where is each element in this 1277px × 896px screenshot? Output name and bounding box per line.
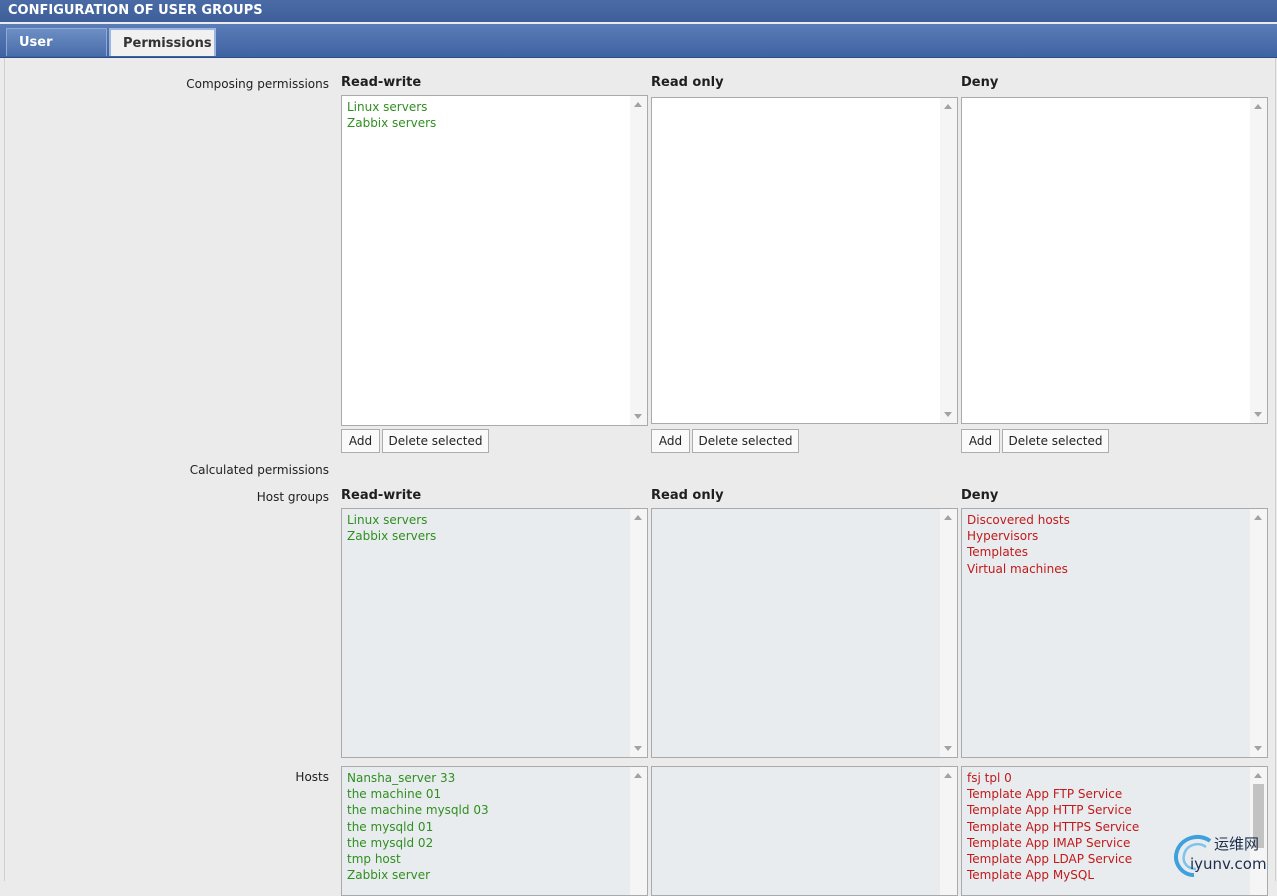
composing-read-write-list[interactable]: Linux servers Zabbix servers [341, 95, 648, 426]
list-item[interactable]: the mysqld 01 [347, 819, 629, 835]
tab-permissions[interactable]: Permissions [109, 28, 216, 56]
list-item[interactable]: Hypervisors [967, 528, 1249, 544]
watermark-line1: 运维网 [1214, 835, 1260, 853]
items: Nansha_server 33 the machine 01 the machin… [347, 770, 629, 883]
scroll-up-icon[interactable] [634, 515, 642, 520]
host-groups-read-write-list[interactable]: Linux servers Zabbix servers [341, 508, 648, 758]
scroll-up-icon[interactable] [944, 773, 952, 778]
host-groups-read-write-heading: Read-write [341, 488, 422, 503]
delete-read-only-button[interactable]: Delete selected [692, 429, 799, 453]
composing-read-only-heading: Read only [651, 75, 724, 90]
list-item[interactable]: fsj tpl 0 [967, 770, 1249, 786]
scroll-up-icon[interactable] [1254, 773, 1262, 778]
list-item[interactable]: the machine 01 [347, 786, 629, 802]
watermark-line2: iyunv.com [1190, 855, 1267, 873]
scroll-down-icon[interactable] [1254, 412, 1262, 417]
page-title: CONFIGURATION OF USER GROUPS [0, 0, 1277, 22]
scrollbar[interactable] [940, 767, 957, 895]
tab-user-group[interactable]: User group [6, 28, 107, 78]
scroll-down-icon[interactable] [1254, 746, 1262, 751]
scrollbar[interactable] [630, 767, 647, 895]
composing-permissions-label: Composing permissions [186, 77, 329, 91]
composing-read-only-list[interactable] [651, 97, 958, 424]
calculated-permissions-label: Calculated permissions [189, 463, 329, 477]
add-read-write-button[interactable]: Add [341, 429, 380, 453]
scroll-up-icon[interactable] [634, 102, 642, 107]
scrollbar[interactable] [630, 509, 647, 757]
scroll-up-icon[interactable] [634, 773, 642, 778]
add-deny-button[interactable]: Add [961, 429, 1000, 453]
scroll-up-icon[interactable] [944, 104, 952, 109]
list-item[interactable]: tmp host [347, 851, 629, 867]
host-groups-deny-heading: Deny [961, 488, 999, 503]
scroll-up-icon[interactable] [1254, 515, 1262, 520]
items: Linux servers Zabbix servers [347, 512, 629, 544]
scrollbar[interactable] [630, 96, 647, 425]
host-groups-label: Host groups [256, 490, 329, 504]
list-item[interactable]: Linux servers [347, 99, 629, 115]
list-item[interactable]: Zabbix servers [347, 528, 629, 544]
list-item[interactable]: Template App FTP Service [967, 786, 1249, 802]
list-item[interactable]: Linux servers [347, 512, 629, 528]
scroll-down-icon[interactable] [634, 414, 642, 419]
list-item[interactable]: Zabbix servers [347, 115, 629, 131]
list-item[interactable]: Virtual machines [967, 561, 1249, 577]
scrollbar[interactable] [1250, 98, 1267, 423]
composing-deny-list[interactable] [961, 97, 1268, 424]
host-groups-deny-list[interactable]: Discovered hosts Hypervisors Templates Virt… [961, 508, 1268, 758]
delete-read-write-button[interactable]: Delete selected [382, 429, 489, 453]
list-item[interactable]: Discovered hosts [967, 512, 1249, 528]
list-item[interactable]: the machine mysqld 03 [347, 802, 629, 818]
list-item[interactable]: Template App HTTP Service [967, 802, 1249, 818]
scrollbar[interactable] [1250, 509, 1267, 757]
scroll-up-icon[interactable] [1254, 104, 1262, 109]
composing-read-write-heading: Read-write [341, 75, 422, 90]
scroll-down-icon[interactable] [944, 746, 952, 751]
scroll-up-icon[interactable] [944, 515, 952, 520]
add-read-only-button[interactable]: Add [651, 429, 690, 453]
tab-bar: User group Permissions [0, 24, 1277, 78]
scrollbar[interactable] [940, 98, 957, 423]
hosts-read-only-list[interactable] [651, 766, 958, 896]
scroll-down-icon[interactable] [634, 746, 642, 751]
items: Discovered hosts Hypervisors Templates Virt… [967, 512, 1249, 577]
scrollbar[interactable] [940, 509, 957, 757]
hosts-read-write-list[interactable]: Nansha_server 33 the machine 01 the machin… [341, 766, 648, 896]
hosts-label: Hosts [295, 770, 329, 784]
host-groups-read-only-list[interactable] [651, 508, 958, 758]
composing-deny-heading: Deny [961, 75, 999, 90]
items: Linux servers Zabbix servers [347, 99, 629, 131]
list-item[interactable]: Templates [967, 544, 1249, 560]
delete-deny-button[interactable]: Delete selected [1002, 429, 1109, 453]
watermark: 运维网 iyunv.com [1172, 831, 1276, 879]
host-groups-read-only-heading: Read only [651, 488, 724, 503]
scroll-down-icon[interactable] [944, 412, 952, 417]
list-item[interactable]: Nansha_server 33 [347, 770, 629, 786]
list-item[interactable]: the mysqld 02 [347, 835, 629, 851]
